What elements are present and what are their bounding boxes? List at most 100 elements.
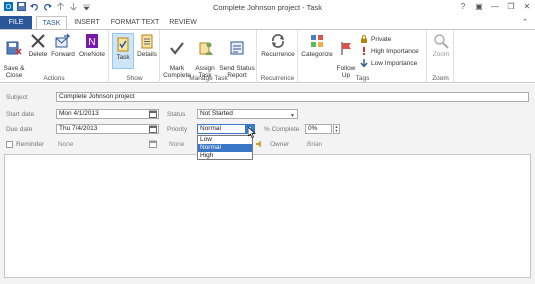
group-tags: Categorize Follow Up Private High Import… <box>299 30 427 83</box>
onenote-label: OneNote <box>78 51 106 58</box>
reminder-date-field[interactable]: None <box>58 141 74 148</box>
down-arrow-importance-icon <box>360 59 368 68</box>
tab-task[interactable]: TASK <box>36 16 67 30</box>
mark-complete-button[interactable]: Mark Complete <box>163 33 191 79</box>
zoom-group-label: Zoom <box>432 75 449 82</box>
status-dropdown[interactable]: Not Started ▼ <box>197 109 298 119</box>
owner-label: Owner <box>270 141 290 148</box>
svg-text:N: N <box>88 37 95 48</box>
restore-icon[interactable]: ❐ <box>506 2 516 11</box>
tab-review[interactable]: REVIEW <box>166 16 200 29</box>
send-status-report-button[interactable]: Send Status Report <box>218 33 256 79</box>
delete-x-icon <box>30 33 46 49</box>
help-icon[interactable]: ? <box>458 2 468 11</box>
percent-stepper[interactable]: ▲ ▼ <box>333 124 340 134</box>
delete-button[interactable]: Delete <box>27 33 49 58</box>
onenote-button[interactable]: N OneNote <box>78 33 106 58</box>
priority-value: Normal <box>200 125 221 132</box>
calendar-icon[interactable] <box>149 110 157 118</box>
group-recurrence: Recurrence Recurrence <box>258 30 298 83</box>
assign-task-button[interactable]: Assign Task <box>193 33 217 79</box>
speaker-icon[interactable] <box>256 140 264 148</box>
private-button[interactable]: Private <box>360 35 391 43</box>
collapse-ribbon-icon[interactable]: ⌃ <box>519 16 531 29</box>
forward-button[interactable]: Forward <box>50 33 76 58</box>
follow-up-button[interactable]: Follow Up <box>335 33 357 79</box>
group-actions: Save & Close Delete Forward N OneNote Ac… <box>0 30 109 83</box>
calendar-icon[interactable] <box>149 125 157 133</box>
assign-task-icon <box>197 40 213 56</box>
window-controls: ? ▣ — ❐ ✕ <box>458 2 532 11</box>
checkmark-icon <box>169 40 185 56</box>
group-zoom: Zoom Zoom <box>428 30 454 83</box>
task-form: Subject Complete Johnson project Start d… <box>0 84 535 284</box>
task-clipboard-icon <box>115 36 131 52</box>
mouse-cursor-icon <box>247 126 256 138</box>
categorize-button[interactable]: Categorize <box>300 33 334 58</box>
ribbon: Save & Close Delete Forward N OneNote Ac… <box>0 29 535 83</box>
low-importance-button[interactable]: Low Importance <box>360 59 418 68</box>
tab-insert[interactable]: INSERT <box>70 16 104 29</box>
priority-option-high[interactable]: High <box>198 152 252 160</box>
manage-task-group-label: Manage Task <box>189 75 228 82</box>
due-date-field[interactable]: Thu 7/4/2013 <box>56 124 159 134</box>
categorize-icon <box>309 33 325 49</box>
reminder-label: Reminder <box>16 141 45 148</box>
categorize-label: Categorize <box>301 51 333 58</box>
status-label: Status <box>167 111 186 118</box>
start-date-value: Mon 4/1/2013 <box>59 110 99 117</box>
start-date-label: Start date <box>6 111 35 118</box>
forward-label: Forward <box>51 51 75 58</box>
ribbon-display-icon[interactable]: ▣ <box>474 2 484 11</box>
high-importance-button[interactable]: High Importance <box>360 47 419 55</box>
minimize-icon[interactable]: — <box>490 2 500 11</box>
task-notes-body[interactable] <box>4 154 531 278</box>
percent-complete-label: % Complete <box>264 126 300 133</box>
start-date-field[interactable]: Mon 4/1/2013 <box>56 109 159 119</box>
private-label: Private <box>371 35 392 43</box>
save-close-button[interactable]: Save & Close <box>2 33 26 79</box>
due-date-label: Due date <box>6 126 33 133</box>
tags-group-label: Tags <box>355 75 370 82</box>
close-icon[interactable]: ✕ <box>522 2 532 11</box>
title-bar: O Complete Johnson project - Task ? ▣ — … <box>0 0 535 16</box>
priority-dropdown[interactable]: Normal ▼ <box>197 124 255 134</box>
task-view-button[interactable]: Task <box>112 33 134 69</box>
status-report-icon <box>229 40 245 56</box>
save-close-icon <box>6 40 22 56</box>
subject-field[interactable]: Complete Johnson project <box>56 92 529 102</box>
recurrence-group-label: Recurrence <box>260 75 295 82</box>
forward-icon <box>55 33 71 49</box>
flag-icon <box>338 40 354 56</box>
owner-value: Brian <box>307 141 323 148</box>
percent-complete-field[interactable]: 0% <box>305 124 332 134</box>
magnifier-icon <box>433 33 449 49</box>
reminder-checkbox[interactable] <box>6 141 13 148</box>
group-manage-task: Mark Complete Assign Task Send Status Re… <box>161 30 257 83</box>
tab-file[interactable]: FILE <box>0 16 32 29</box>
window-title: Complete Johnson project - Task <box>212 3 323 12</box>
actions-group-label: Actions <box>43 75 65 82</box>
calendar-icon[interactable] <box>149 140 157 148</box>
low-importance-label: Low Importance <box>371 59 418 67</box>
reminder-time-field[interactable]: None <box>169 141 185 148</box>
chevron-down-icon: ▼ <box>290 113 295 119</box>
details-button[interactable]: Details <box>136 33 158 58</box>
priority-option-normal[interactable]: Normal <box>198 144 252 152</box>
task-view-label: Task <box>116 54 130 61</box>
recurrence-label: Recurrence <box>261 51 295 58</box>
recurrence-button[interactable]: Recurrence <box>260 33 296 58</box>
details-icon <box>139 33 155 49</box>
zoom-button[interactable]: Zoom <box>430 33 452 58</box>
recurrence-icon <box>270 33 286 49</box>
due-date-value: Thu 7/4/2013 <box>59 125 98 132</box>
tab-format-text[interactable]: FORMAT TEXT <box>108 16 162 29</box>
priority-option-low[interactable]: Low <box>198 136 252 144</box>
onenote-icon: N <box>84 33 100 49</box>
subject-label: Subject <box>6 94 28 101</box>
priority-dropdown-list: Low Normal High <box>197 135 253 160</box>
group-show: Task Details Show <box>110 30 160 83</box>
status-value: Not Started <box>200 110 233 117</box>
show-group-label: Show <box>126 75 143 82</box>
high-importance-label: High Importance <box>371 47 419 55</box>
